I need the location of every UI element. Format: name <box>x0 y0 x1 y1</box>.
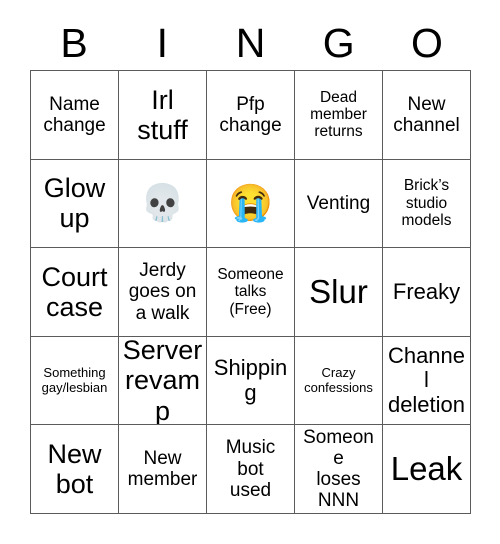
bingo-cell-b4[interactable]: Something gay/lesbian <box>31 336 119 426</box>
bingo-cell-label: New channel <box>393 93 460 136</box>
bingo-cell-label: Slur <box>309 272 368 310</box>
bingo-cell-label: Leak <box>390 449 463 487</box>
header-letter-i: I <box>156 19 168 66</box>
bingo-cell-i2[interactable]: 💀 <box>119 159 207 249</box>
bingo-cell-label: Court case <box>41 261 108 322</box>
bingo-card: B I N G O Name change Irl stuff Pfp chan… <box>0 0 500 544</box>
loudly-crying-face-emoji: 😭 <box>228 182 273 224</box>
bingo-cell-label: Crazy confessions <box>304 365 373 395</box>
bingo-cell-label: Glow up <box>43 173 106 234</box>
bingo-cell-label: Dead member returns <box>310 88 367 141</box>
bingo-cell-label: Name change <box>43 93 106 136</box>
bingo-cell-o2[interactable]: Brick’s studio models <box>383 159 471 249</box>
bingo-cell-g4[interactable]: Crazy confessions <box>295 336 383 426</box>
bingo-cell-label: New bot <box>47 438 102 500</box>
bingo-cell-label: Shipping <box>213 354 288 405</box>
bingo-cell-n5[interactable]: Music bot used <box>207 425 295 514</box>
header-letter-b: B <box>60 19 88 66</box>
bingo-cell-label: Someone talks (Free) <box>217 265 284 318</box>
bingo-cell-label: Pfp change <box>219 93 282 136</box>
bingo-cell-n1[interactable]: Pfp change <box>207 71 295 160</box>
bingo-cell-i5[interactable]: New member <box>119 425 207 514</box>
bingo-cell-o1[interactable]: New channel <box>383 71 471 160</box>
bingo-header: B I N G O <box>30 16 471 70</box>
bingo-cell-n2[interactable]: 😭 <box>207 159 295 249</box>
bingo-grid: Name change Irl stuff Pfp change Dead me… <box>30 70 471 514</box>
bingo-cell-label: Freaky <box>392 278 461 304</box>
bingo-cell-label: Channel deletion <box>387 342 466 417</box>
header-letter-g: G <box>322 19 355 66</box>
bingo-cell-label: Something gay/lesbian <box>41 365 108 395</box>
bingo-cell-n4[interactable]: Shipping <box>207 336 295 426</box>
bingo-cell-b2[interactable]: Glow up <box>31 159 119 249</box>
bingo-cell-o3[interactable]: Freaky <box>383 248 471 337</box>
bingo-cell-label: Irl stuff <box>137 84 188 145</box>
bingo-cell-free-space[interactable]: Someone talks (Free) <box>207 248 295 337</box>
bingo-cell-o5[interactable]: Leak <box>383 425 471 514</box>
bingo-cell-i1[interactable]: Irl stuff <box>119 71 207 160</box>
header-letter-n: N <box>235 19 266 66</box>
bingo-cell-g3[interactable]: Slur <box>295 248 383 337</box>
bingo-cell-label: Someone loses NNN <box>303 426 374 512</box>
bingo-cell-label: Brick’s studio models <box>401 177 452 230</box>
bingo-cell-label: Jerdy goes on a walk <box>128 260 197 324</box>
bingo-cell-i3[interactable]: Jerdy goes on a walk <box>119 248 207 337</box>
bingo-cell-label: Server revamp <box>122 336 203 426</box>
bingo-cell-b5[interactable]: New bot <box>31 425 119 514</box>
bingo-cell-g2[interactable]: Venting <box>295 159 383 249</box>
bingo-cell-label: New member <box>127 447 198 491</box>
bingo-cell-b1[interactable]: Name change <box>31 71 119 160</box>
bingo-cell-label: Music bot used <box>225 437 276 501</box>
bingo-cell-b3[interactable]: Court case <box>31 248 119 337</box>
bingo-cell-g1[interactable]: Dead member returns <box>295 71 383 160</box>
bingo-cell-o4[interactable]: Channel deletion <box>383 336 471 426</box>
bingo-cell-label: Venting <box>306 192 371 214</box>
skull-emoji: 💀 <box>140 182 185 224</box>
bingo-cell-i4[interactable]: Server revamp <box>119 336 207 426</box>
header-letter-o: O <box>410 19 443 66</box>
bingo-cell-g5[interactable]: Someone loses NNN <box>295 425 383 514</box>
